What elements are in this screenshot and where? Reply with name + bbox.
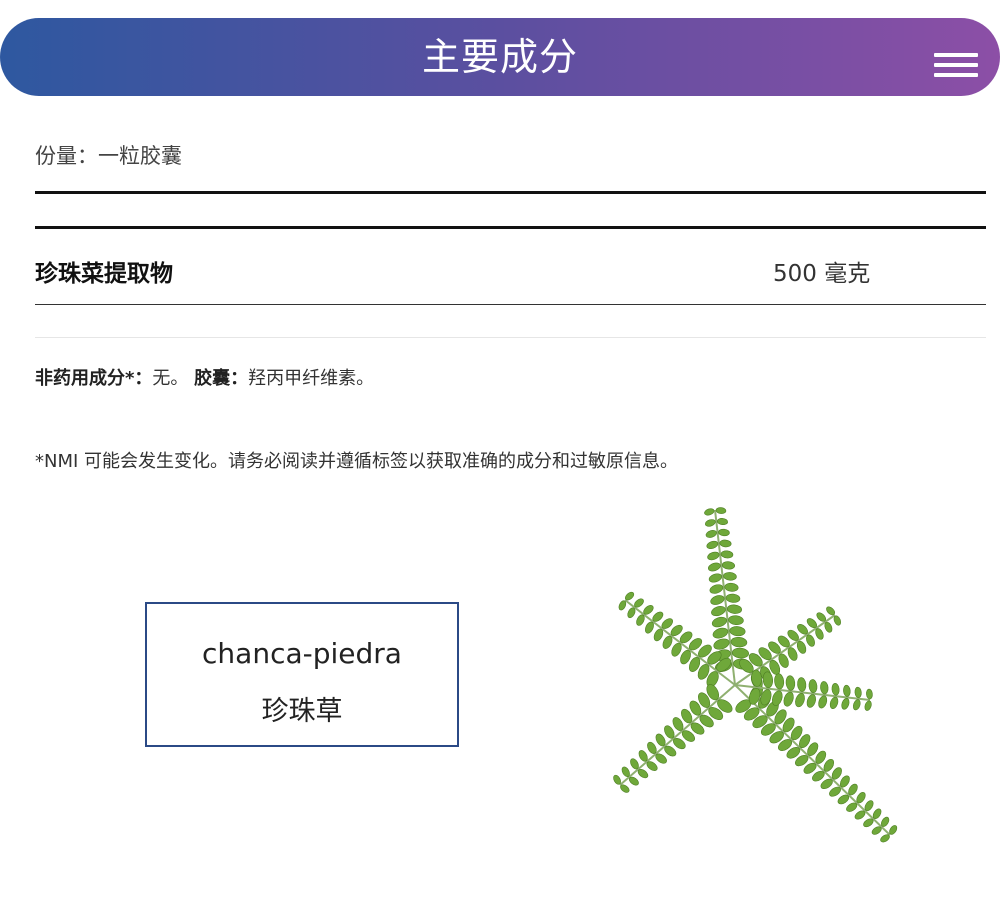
plant-leaflet (707, 551, 720, 561)
menu-line (934, 63, 978, 67)
plant-leaflet (785, 675, 796, 691)
plant-leaflet (715, 507, 727, 514)
plant-leaflet (708, 573, 722, 583)
plant-leaflet (729, 626, 746, 637)
divider (35, 191, 986, 194)
herb-chinese-name: 珍珠草 (261, 696, 343, 727)
divider (35, 226, 986, 229)
plant-leaflet (843, 684, 851, 697)
serving-size: 份量：一粒胶囊 (35, 140, 182, 170)
plant-leaflet (725, 593, 741, 603)
plant-leaflet (718, 528, 730, 537)
serving-value: 一粒胶囊 (98, 144, 182, 168)
plant-leaflet (831, 683, 840, 696)
plant-leaflet (704, 508, 715, 516)
header-bar: 主要成分 (0, 18, 1000, 96)
other-ingredients: 非药用成分*：无。 胶囊：羟丙甲纤维素。 (35, 364, 374, 390)
plant-leaflet (704, 519, 716, 527)
plant-leaflet (783, 691, 794, 707)
divider (35, 304, 986, 305)
capsule-label: 胶囊： (194, 368, 249, 389)
menu-line (934, 73, 978, 77)
plant-leaflet (864, 700, 872, 711)
plant-leaflet (705, 530, 717, 538)
plant-leaflet (841, 698, 850, 710)
plant-leaflet (720, 550, 734, 559)
plant-leaflet (721, 561, 735, 570)
plant-leaflet (709, 584, 724, 594)
plant-leaflet (829, 696, 839, 710)
plant-leaflet (762, 671, 774, 689)
plant-leaflet (731, 647, 749, 659)
herb-latin-name: chanca-piedra (202, 637, 402, 670)
ingredient-amount: 500 毫克 (773, 261, 871, 287)
plant-leaflet (866, 688, 873, 700)
plant-leaflet (728, 615, 744, 626)
ingredient-name: 珍珠菜提取物 (35, 261, 173, 287)
herb-name-box: chanca-piedra 珍珠草 (145, 602, 459, 747)
plant-leaflet (710, 595, 725, 605)
plant-leaflet (795, 693, 805, 708)
plant-leaflet (713, 638, 730, 650)
plant-leaflet (852, 699, 861, 711)
plant-leaflet (730, 636, 748, 648)
plant-stem (619, 684, 736, 786)
menu-line (934, 53, 978, 57)
divider (35, 337, 986, 338)
plant-leaflet (806, 694, 816, 708)
plant-leaflet (854, 686, 862, 699)
serving-label: 份量： (35, 144, 98, 168)
other-ingredients-label: 非药用成分*： (35, 368, 153, 389)
plant-leaflet (808, 679, 818, 694)
plant-leaflet (719, 539, 732, 548)
plant-leaflet (711, 616, 727, 628)
hamburger-menu-icon[interactable] (934, 51, 978, 79)
capsule-value: 羟丙甲纤维素。 (248, 368, 375, 389)
plant-leaflet (797, 677, 807, 692)
plant-leaflet (818, 695, 828, 709)
disclaimer-note: *NMI 可能会发生变化。请务必阅读并遵循标签以获取准确的成分和过敏原信息。 (35, 451, 679, 472)
page-title: 主要成分 (421, 35, 578, 79)
plant-leaflet (706, 540, 719, 550)
plant-leaflet (708, 562, 721, 572)
plant-image (613, 507, 898, 843)
plant-leaflet (774, 673, 785, 690)
plant-leaflet (723, 572, 737, 581)
plant-leaflet (716, 518, 729, 526)
other-ingredients-value: 无。 (152, 368, 189, 389)
plant-leaflet (726, 604, 742, 614)
plant-leaflet (712, 627, 729, 639)
plant-leaflet (820, 681, 829, 695)
plant-leaflet (711, 606, 726, 617)
plant-leaflet (724, 582, 739, 592)
plant-stem (734, 614, 836, 686)
